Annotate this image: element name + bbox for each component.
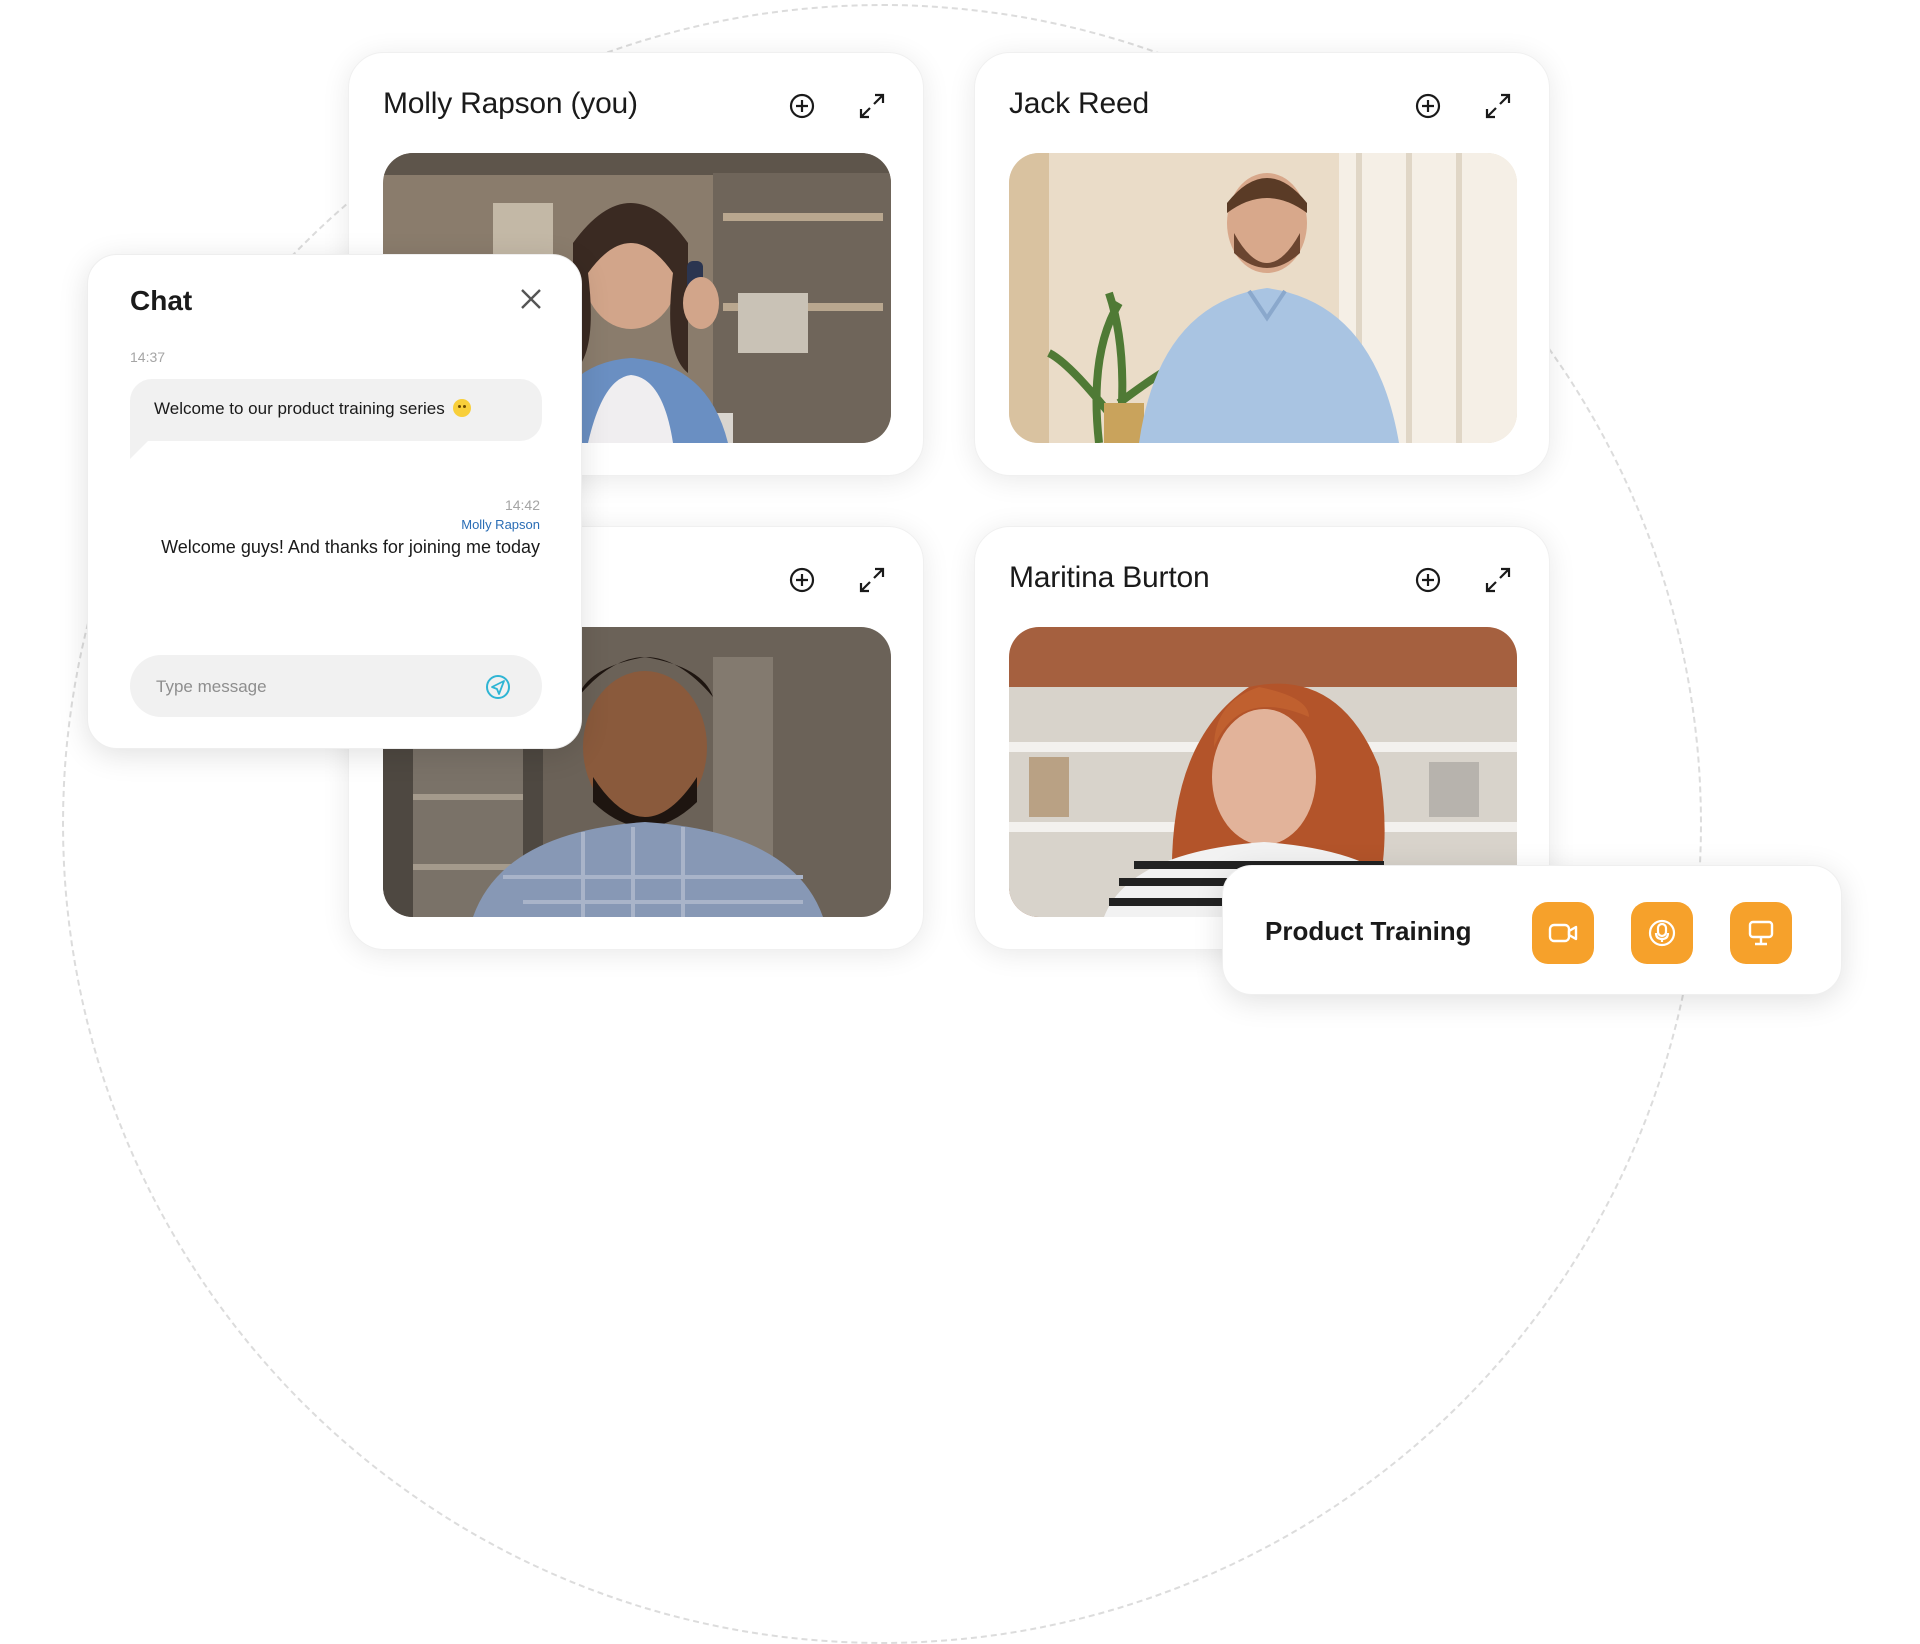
message-sender[interactable]: Molly Rapson [461,517,540,532]
microphone-icon [1648,919,1676,947]
microphone-button[interactable] [1631,902,1693,964]
message-text: Welcome guys! And thanks for joining me … [161,537,540,557]
send-icon[interactable] [484,673,512,701]
video-camera-icon [1548,923,1578,943]
participant-video [1009,153,1517,443]
participant-name: Jack Reed [1009,87,1149,120]
message-timestamp: 14:37 [130,349,166,365]
message-text: Welcome to our product training series [154,399,445,418]
participant-card-jack: Jack Reed [974,52,1550,476]
meeting-control-bar: Product Training [1222,865,1842,995]
screen-share-icon [1748,920,1774,946]
message-input[interactable] [154,655,478,719]
expand-icon[interactable] [1481,563,1515,597]
participant-name: Molly Rapson (you) [383,87,638,120]
video-camera-button[interactable] [1532,902,1594,964]
chat-panel: Chat 14:37 Welcome to our product traini… [87,254,582,749]
expand-icon[interactable] [855,563,889,597]
add-plus-icon[interactable] [785,563,819,597]
expand-icon[interactable] [1481,89,1515,123]
expand-icon[interactable] [855,89,889,123]
add-plus-icon[interactable] [1411,89,1445,123]
add-plus-icon[interactable] [1411,563,1445,597]
smiley-emoji-icon [453,399,472,417]
close-icon[interactable] [517,285,545,313]
message-input-container [130,655,542,719]
chat-title: Chat [130,285,193,316]
meeting-title: Product Training [1265,916,1472,946]
message-timestamp: 14:42 [504,497,540,513]
bubble-tail [130,441,148,459]
add-plus-icon[interactable] [785,89,819,123]
screen-share-button[interactable] [1730,902,1792,964]
participant-name: Maritina Burton [1009,561,1210,594]
chat-message-bubble: Welcome to our product training series [130,379,542,441]
